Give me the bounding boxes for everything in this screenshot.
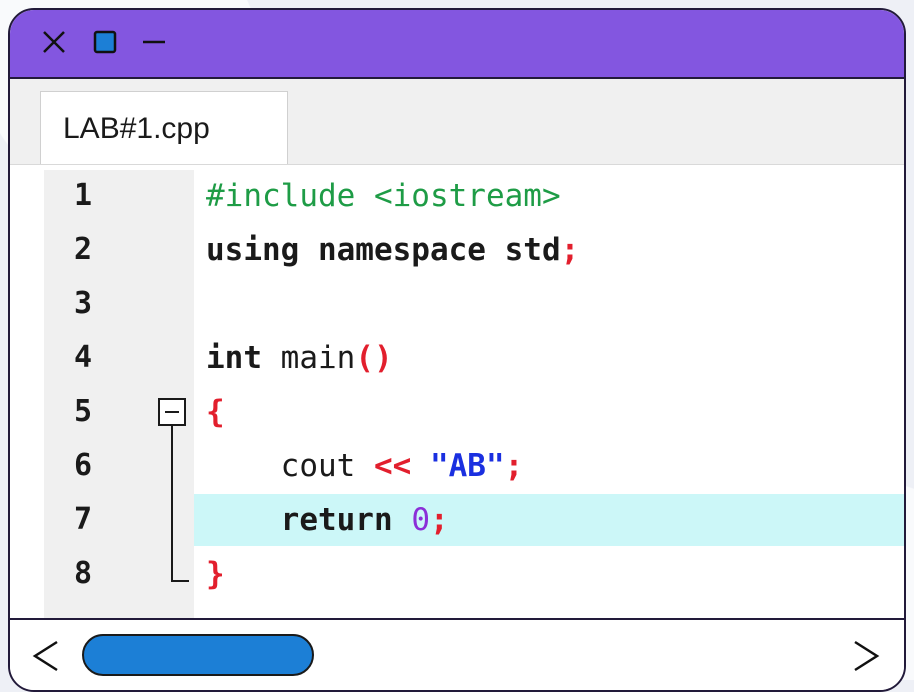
- code-token: main: [280, 340, 356, 376]
- scroll-left-icon[interactable]: [26, 636, 66, 676]
- tab-label: LAB#1.cpp: [63, 111, 210, 145]
- code-token: (): [355, 340, 393, 376]
- editor-window: LAB#1.cpp 1 2 3 4 5 6 7 8 #include <iost…: [8, 8, 906, 692]
- code-editor[interactable]: 1 2 3 4 5 6 7 8 #include <iostream> using…: [44, 170, 904, 618]
- minimize-icon[interactable]: [140, 28, 168, 56]
- code-area[interactable]: #include <iostream> using namespace std; i…: [194, 170, 904, 618]
- line-number: 3: [74, 286, 93, 321]
- line-number: 7: [74, 502, 93, 537]
- code-line[interactable]: int main(): [194, 332, 904, 384]
- code-token: "AB": [429, 448, 505, 484]
- code-token: ;: [560, 232, 580, 268]
- tab-lab1-cpp[interactable]: LAB#1.cpp: [40, 91, 288, 165]
- code-token: 0: [411, 502, 430, 538]
- code-token: #include <iostream>: [206, 178, 561, 214]
- line-number: 5: [74, 394, 93, 429]
- fold-guide-end: [171, 580, 189, 582]
- code-line[interactable]: [194, 278, 904, 330]
- code-line[interactable]: #include <iostream>: [194, 170, 904, 222]
- title-bar: [10, 10, 904, 79]
- code-line[interactable]: using namespace std;: [194, 224, 904, 276]
- code-token: }: [206, 556, 225, 592]
- code-line[interactable]: {: [194, 386, 904, 438]
- code-line[interactable]: }: [194, 548, 904, 600]
- tab-separator: [10, 164, 904, 165]
- horizontal-scrollbar: [10, 618, 904, 690]
- code-line[interactable]: return 0;: [194, 494, 904, 546]
- code-token: {: [206, 394, 225, 430]
- code-token: ;: [429, 502, 449, 538]
- code-token: int: [206, 340, 281, 376]
- code-token: <<: [373, 448, 412, 484]
- line-number: 4: [74, 340, 93, 375]
- code-token: return: [206, 502, 412, 538]
- line-number: 8: [74, 556, 93, 591]
- code-token: cout: [206, 448, 374, 484]
- scroll-right-icon[interactable]: [846, 636, 886, 676]
- scrollbar-thumb[interactable]: [82, 634, 314, 676]
- code-token: using namespace std: [206, 232, 561, 268]
- line-number: 2: [74, 232, 93, 267]
- line-number: 1: [74, 178, 93, 213]
- fold-guide-line: [171, 426, 173, 582]
- fold-collapse-icon[interactable]: [158, 398, 186, 426]
- line-number: 6: [74, 448, 93, 483]
- code-token: ;: [504, 448, 524, 484]
- tab-bar: LAB#1.cpp: [10, 79, 904, 165]
- code-line[interactable]: cout << "AB";: [194, 440, 904, 492]
- close-icon[interactable]: [40, 28, 68, 56]
- restore-icon[interactable]: [92, 28, 118, 56]
- line-number-gutter: 1 2 3 4 5 6 7 8: [44, 170, 194, 618]
